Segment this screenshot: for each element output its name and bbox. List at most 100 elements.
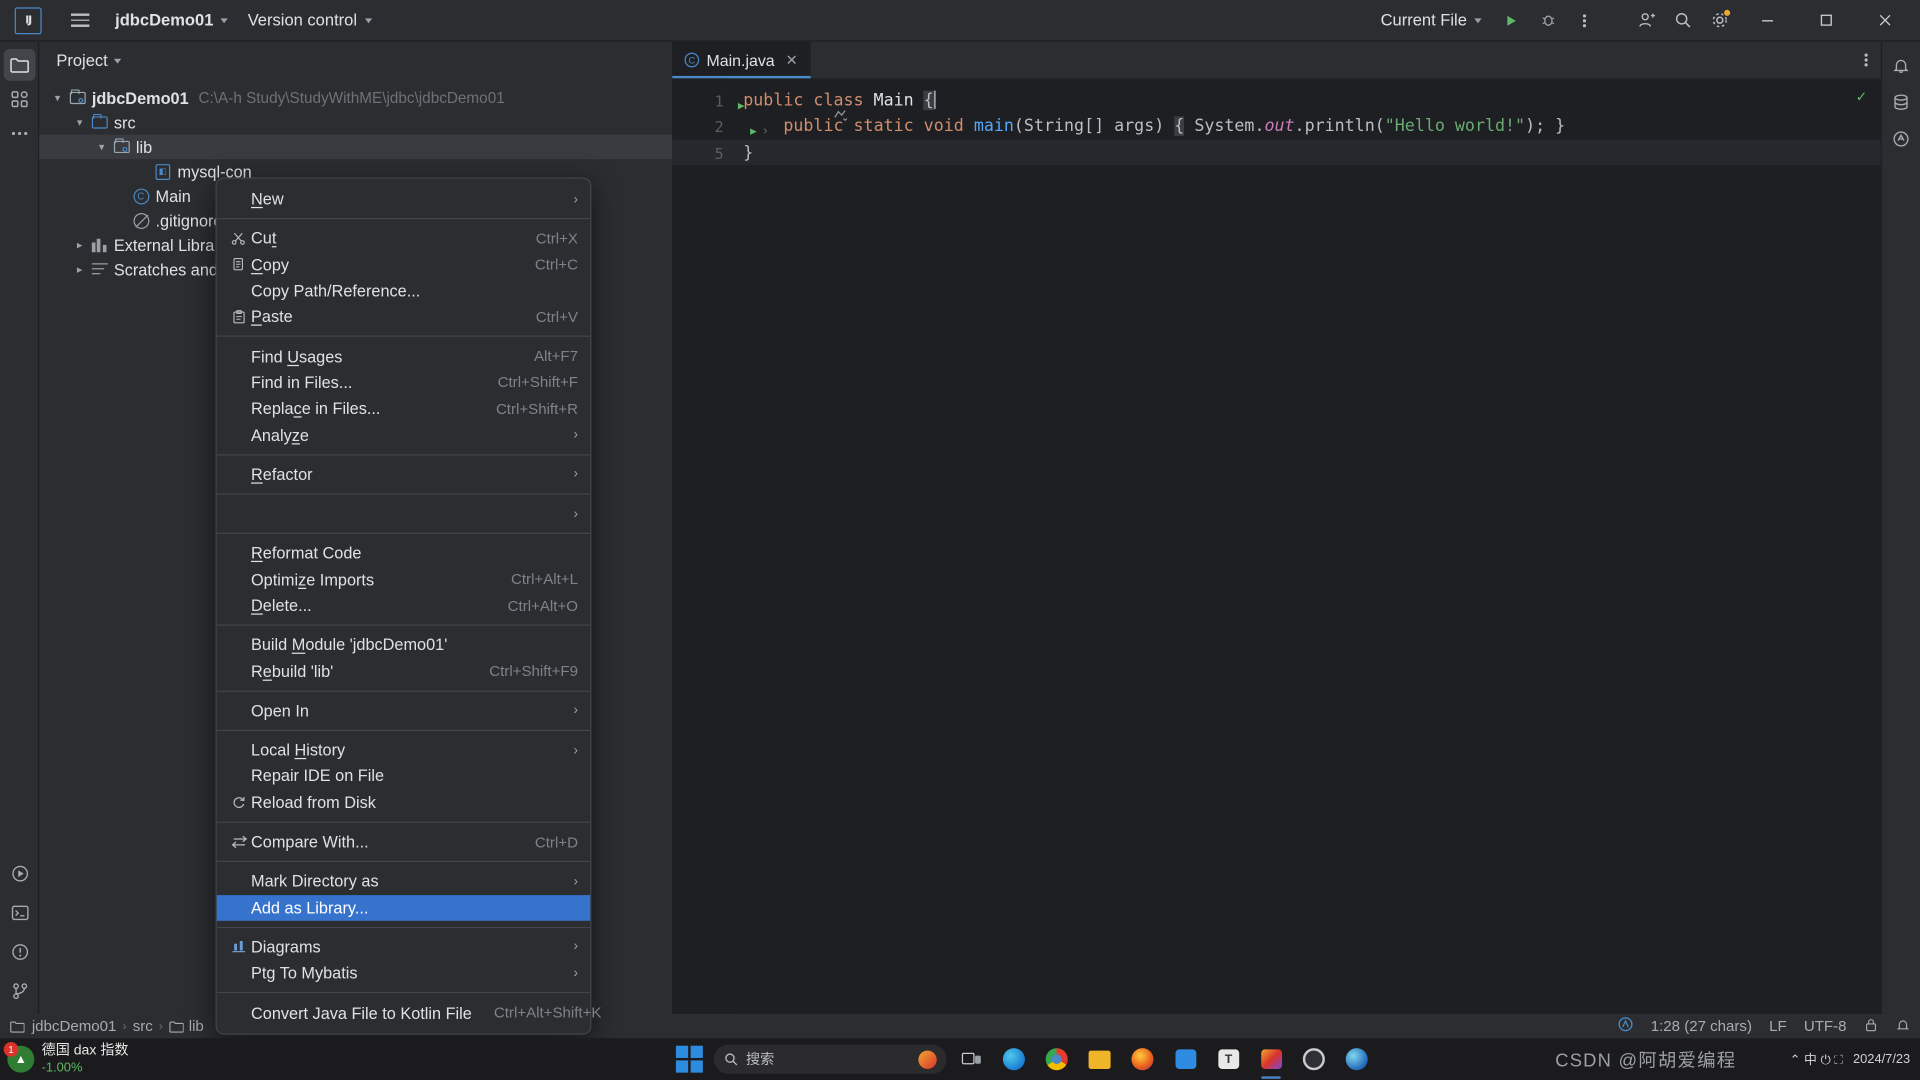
edge-browser-icon[interactable]: [996, 1043, 1033, 1075]
chrome-browser-icon[interactable]: [1039, 1043, 1076, 1075]
structure-tool-button[interactable]: [3, 83, 35, 115]
menu-item-reload-from-disk[interactable]: Reload from Disk: [217, 789, 590, 815]
breadcrumb-project-icon: [10, 1019, 25, 1032]
run-button[interactable]: [1494, 4, 1528, 36]
account-icon[interactable]: [1629, 4, 1663, 36]
menu-shortcut-paste: Ctrl+V: [535, 308, 578, 326]
minimize-button[interactable]: [1739, 0, 1795, 41]
menu-item-new[interactable]: New ›: [217, 186, 590, 212]
firefox-browser-icon[interactable]: [1124, 1043, 1161, 1075]
edge-dev-icon[interactable]: [1339, 1043, 1376, 1075]
menu-item-optimize-imports[interactable]: Optimize Imports Ctrl+Alt+L: [217, 566, 590, 592]
close-icon[interactable]: ✕: [786, 51, 798, 68]
database-tool-icon[interactable]: [1885, 86, 1917, 118]
collapse-arrow-icon[interactable]: ▾: [93, 140, 110, 153]
code-line-2: public static void main(String[] args) {…: [743, 114, 1881, 140]
terminal-tool-button[interactable]: [4, 896, 36, 928]
task-view-icon[interactable]: [953, 1043, 990, 1075]
chevron-down-icon[interactable]: [113, 58, 122, 64]
copilot-icon[interactable]: [918, 1050, 938, 1069]
editor-options-button[interactable]: [1864, 42, 1881, 79]
tree-item-lib[interactable]: ▾ lib: [39, 134, 673, 160]
menu-item-open-in[interactable]: Open In ›: [217, 698, 590, 724]
run-tool-button[interactable]: [4, 857, 36, 889]
menu-item-repair-ide[interactable]: Repair IDE on File: [217, 763, 590, 789]
version-control-selector[interactable]: Version control: [238, 6, 382, 35]
menu-item-diagrams[interactable]: Diagrams ›: [217, 934, 590, 960]
project-selector[interactable]: jdbcDemo01: [105, 6, 238, 35]
breadcrumb-item-lib[interactable]: lib: [169, 1018, 204, 1035]
keyword-void: void: [923, 116, 964, 137]
more-options-button[interactable]: [1567, 4, 1601, 36]
menu-item-delete[interactable]: Delete... Ctrl+Alt+O: [217, 592, 590, 618]
collapse-arrow-icon[interactable]: ▾: [49, 91, 66, 104]
menu-item-mark-directory-as[interactable]: Mark Directory as ›: [217, 868, 590, 894]
menu-label-analyze: Analyze: [251, 425, 309, 444]
menu-item-copy-path[interactable]: Copy Path/Reference...: [217, 278, 590, 304]
menu-item-rebuild[interactable]: Rebuild 'lib' Ctrl+Shift+F9: [217, 658, 590, 684]
inspection-status-icon[interactable]: ✓: [1857, 88, 1867, 106]
windows-start-icon[interactable]: [671, 1043, 708, 1075]
menu-separator: [216, 926, 591, 928]
menu-item-paste[interactable]: Paste Ctrl+V: [217, 304, 590, 330]
breadcrumb-item-src[interactable]: src: [133, 1018, 153, 1035]
taskbar-search-box[interactable]: 搜索: [714, 1044, 947, 1074]
menu-item-ptg-to-mybatis[interactable]: Ptg To Mybatis ›: [217, 960, 590, 986]
expand-arrow-icon[interactable]: ▸: [71, 238, 88, 251]
menu-item-replace-in-files[interactable]: Replace in Files... Ctrl+Shift+R: [217, 396, 590, 422]
typora-icon[interactable]: T: [1210, 1043, 1247, 1075]
notification-icon[interactable]: [1896, 1017, 1911, 1035]
caret-position[interactable]: 1:28 (27 chars): [1651, 1018, 1752, 1035]
version-control-tool-button[interactable]: [4, 975, 36, 1007]
run-configuration-selector[interactable]: Current File: [1371, 6, 1492, 35]
settings-icon[interactable]: [1702, 4, 1736, 36]
notifications-icon[interactable]: [1885, 49, 1917, 81]
file-encoding[interactable]: UTF-8: [1804, 1018, 1847, 1035]
file-context-menu[interactable]: New › Cut Ctrl+X Copy Ctrl+C Copy Path/R…: [215, 177, 601, 1035]
file-explorer-icon[interactable]: [1082, 1043, 1119, 1075]
copy-icon: [227, 257, 251, 272]
ai-assistant-icon[interactable]: [1618, 1016, 1634, 1036]
menu-item-copy[interactable]: Copy Ctrl+C: [217, 252, 590, 278]
menu-separator: [216, 861, 591, 863]
code-fold-icon[interactable]: [833, 108, 849, 126]
line-separator[interactable]: LF: [1769, 1018, 1787, 1035]
menu-item-analyze[interactable]: Analyze ›: [217, 422, 590, 448]
menu-item-local-history[interactable]: Local History ›: [217, 737, 590, 763]
problems-tool-button[interactable]: [4, 936, 36, 968]
menu-item-find-in-files[interactable]: Find in Files... Ctrl+Shift+F: [217, 370, 590, 396]
code-content[interactable]: public class Main { public static void m…: [729, 78, 1881, 1014]
collapse-arrow-icon[interactable]: ▾: [71, 116, 88, 129]
code-editor[interactable]: 1 ▶ 2 ▶ › 5 public class Main { public s…: [672, 78, 1881, 1014]
search-icon[interactable]: [1665, 4, 1699, 36]
menu-item-convert-java-to-kotlin[interactable]: Convert Java File to Kotlin File Ctrl+Al…: [217, 1000, 601, 1026]
breadcrumb-item-project[interactable]: jdbcDemo01: [32, 1018, 117, 1035]
maximize-button[interactable]: [1798, 0, 1854, 41]
intellij-idea-icon[interactable]: [1253, 1043, 1290, 1079]
tab-main-java[interactable]: C Main.java ✕: [672, 41, 811, 79]
menu-item-cut[interactable]: Cut Ctrl+X: [217, 226, 590, 252]
menu-item-build-module[interactable]: Build Module 'jdbcDemo01': [217, 632, 590, 658]
more-tool-windows-button[interactable]: [3, 118, 35, 150]
tray-icons[interactable]: ⌃ 中 ⏻ ⛶: [1790, 1050, 1844, 1068]
expand-arrow-icon[interactable]: ▸: [71, 263, 88, 276]
taskbar-clock[interactable]: 2024/7/23: [1853, 1052, 1910, 1067]
menu-item-compare-with[interactable]: Compare With... Ctrl+D: [217, 829, 590, 855]
menu-label-replace-in-files: Replace in Files...: [251, 399, 381, 418]
obs-icon[interactable]: [1296, 1043, 1333, 1075]
menu-item-reformat-code[interactable]: Reformat Code: [217, 540, 590, 566]
tree-item-src[interactable]: ▾ src: [39, 110, 672, 134]
menu-item-refactor[interactable]: Refactor ›: [217, 461, 590, 487]
store-icon[interactable]: [1167, 1043, 1204, 1075]
lock-icon[interactable]: [1864, 1017, 1879, 1035]
close-button[interactable]: [1856, 0, 1912, 41]
project-tool-button[interactable]: [3, 48, 35, 81]
taskbar-widget[interactable]: 1 ▲ 德国 dax 指数 -1.00%: [0, 1042, 257, 1076]
menu-item-find-usages[interactable]: Find Usages Alt+F7: [217, 343, 590, 369]
tree-item-jdbcdemo01[interactable]: ▾ jdbcDemo01 C:\A-h Study\StudyWithME\jd…: [39, 86, 672, 110]
menu-item-bookmarks[interactable]: ›: [217, 501, 590, 527]
main-menu-button[interactable]: [64, 4, 96, 36]
menu-item-add-as-library[interactable]: Add as Library...: [216, 894, 591, 921]
debug-button[interactable]: [1531, 4, 1565, 36]
ai-assistant-icon[interactable]: [1885, 122, 1917, 154]
